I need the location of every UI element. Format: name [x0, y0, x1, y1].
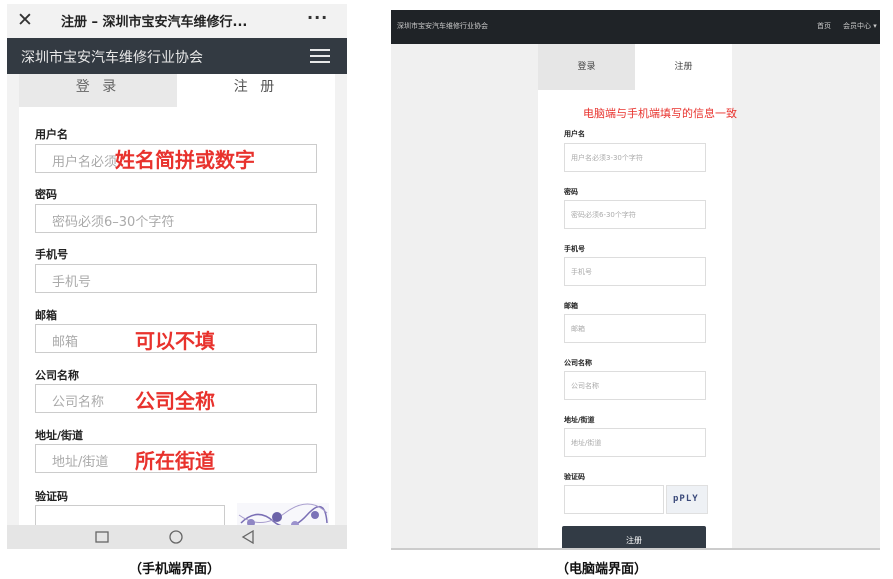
email-label: 邮箱: [35, 309, 57, 322]
address-label: 地址/街道: [35, 429, 84, 442]
desktop-password-input[interactable]: 密码必须6-30个字符: [564, 200, 706, 229]
desktop-register-panel: 登录 注册 电脑端与手机端填写的信息一致 用户名 用户名必须3-30个字符 密码…: [538, 44, 737, 550]
more-options-icon[interactable]: ···: [307, 8, 328, 27]
company-label: 公司名称: [35, 369, 79, 382]
desktop-username-label: 用户名: [564, 130, 585, 138]
phone-input[interactable]: 手机号: [35, 264, 317, 293]
desktop-captcha-input[interactable]: [564, 485, 664, 514]
password-placeholder: 密码必须6–30个字符: [52, 215, 175, 230]
desktop-annotation: 电脑端与手机端填写的信息一致: [583, 107, 737, 120]
phone-placeholder: 手机号: [52, 275, 92, 290]
desktop-email-input[interactable]: 邮箱: [564, 314, 706, 343]
nav-home-link[interactable]: 首页: [817, 21, 831, 31]
company-annotation: 公司全称: [135, 389, 215, 413]
desktop-username-input[interactable]: 用户名必须3-30个字符: [564, 143, 706, 172]
address-annotation: 所在街道: [135, 449, 215, 473]
username-label: 用户名: [35, 128, 68, 141]
desktop-captcha-image[interactable]: pPLY: [666, 485, 708, 514]
desktop-password-placeholder: 密码必须6-30个字符: [571, 211, 636, 219]
phone-label: 手机号: [35, 248, 68, 261]
username-annotation: 姓名简拼或数字: [115, 148, 255, 172]
desktop-company-label: 公司名称: [564, 359, 592, 367]
username-placeholder: 用户名必须: [52, 155, 118, 170]
desktop-screenshot: 深圳市宝安汽车维修行业协会 首页 会员中心 ▾ 登录 注册 电脑端与手机端填写的…: [391, 10, 880, 550]
password-label: 密码: [35, 188, 57, 201]
auth-tabs: 登 录 注 册: [19, 74, 335, 107]
site-navbar: 深圳市宝安汽车维修行业协会: [7, 38, 347, 74]
android-nav-bar: [7, 525, 347, 549]
email-placeholder: 邮箱: [52, 335, 79, 350]
desktop-email-label: 邮箱: [564, 302, 578, 310]
desktop-password-label: 密码: [564, 188, 578, 196]
desktop-phone-placeholder: 手机号: [571, 268, 592, 276]
site-brand[interactable]: 深圳市宝安汽车维修行业协会: [21, 47, 203, 67]
company-placeholder: 公司名称: [52, 395, 105, 410]
captcha-text: pPLY: [673, 494, 699, 504]
desktop-site-title[interactable]: 深圳市宝安汽车维修行业协会: [397, 21, 488, 31]
hamburger-menu-icon[interactable]: [310, 49, 330, 63]
desktop-email-placeholder: 邮箱: [571, 325, 585, 333]
email-annotation: 可以不填: [135, 329, 215, 353]
mobile-caption: （手机端界面）: [129, 562, 221, 577]
password-input[interactable]: 密码必须6–30个字符: [35, 204, 317, 233]
desktop-submit-button[interactable]: 注册: [562, 526, 706, 550]
desktop-phone-input[interactable]: 手机号: [564, 257, 706, 286]
desktop-username-placeholder: 用户名必须3-30个字符: [571, 154, 643, 162]
tab-register[interactable]: 注 册: [177, 74, 335, 107]
mobile-screenshot: ✕ 注册 – 深圳市宝安汽车维修行... ··· 深圳市宝安汽车维修行业协会 登…: [7, 4, 347, 549]
browser-title-bar: ✕ 注册 – 深圳市宝安汽车维修行... ···: [7, 4, 347, 39]
address-placeholder: 地址/街道: [52, 455, 109, 470]
desktop-address-label: 地址/街道: [564, 416, 595, 424]
desktop-address-input[interactable]: 地址/街道: [564, 428, 706, 457]
desktop-phone-label: 手机号: [564, 245, 585, 253]
desktop-company-input[interactable]: 公司名称: [564, 371, 706, 400]
register-form: 用户名 用户名必须 姓名简拼或数字 密码 密码必须6–30个字符 手机号 手机号…: [19, 107, 335, 549]
desktop-caption: （电脑端界面）: [556, 562, 648, 577]
desktop-top-bar: 深圳市宝安汽车维修行业协会 首页 会员中心 ▾: [391, 10, 880, 44]
desktop-bottom-divider: [391, 548, 880, 550]
home-circle-icon[interactable]: [169, 530, 183, 544]
nav-member-center-link[interactable]: 会员中心 ▾: [843, 21, 877, 31]
desktop-captcha-label: 验证码: [564, 473, 585, 481]
desktop-address-placeholder: 地址/街道: [571, 439, 602, 447]
desktop-tab-login[interactable]: 登录: [538, 44, 635, 90]
close-icon[interactable]: ✕: [17, 9, 33, 31]
tab-login[interactable]: 登 录: [19, 74, 177, 107]
back-triangle-icon[interactable]: [241, 530, 255, 544]
desktop-tab-register[interactable]: 注册: [635, 44, 732, 90]
desktop-company-placeholder: 公司名称: [571, 382, 599, 390]
captcha-label: 验证码: [35, 490, 68, 503]
recent-apps-icon[interactable]: [95, 531, 109, 543]
page-title: 注册 – 深圳市宝安汽车维修行...: [61, 15, 248, 30]
